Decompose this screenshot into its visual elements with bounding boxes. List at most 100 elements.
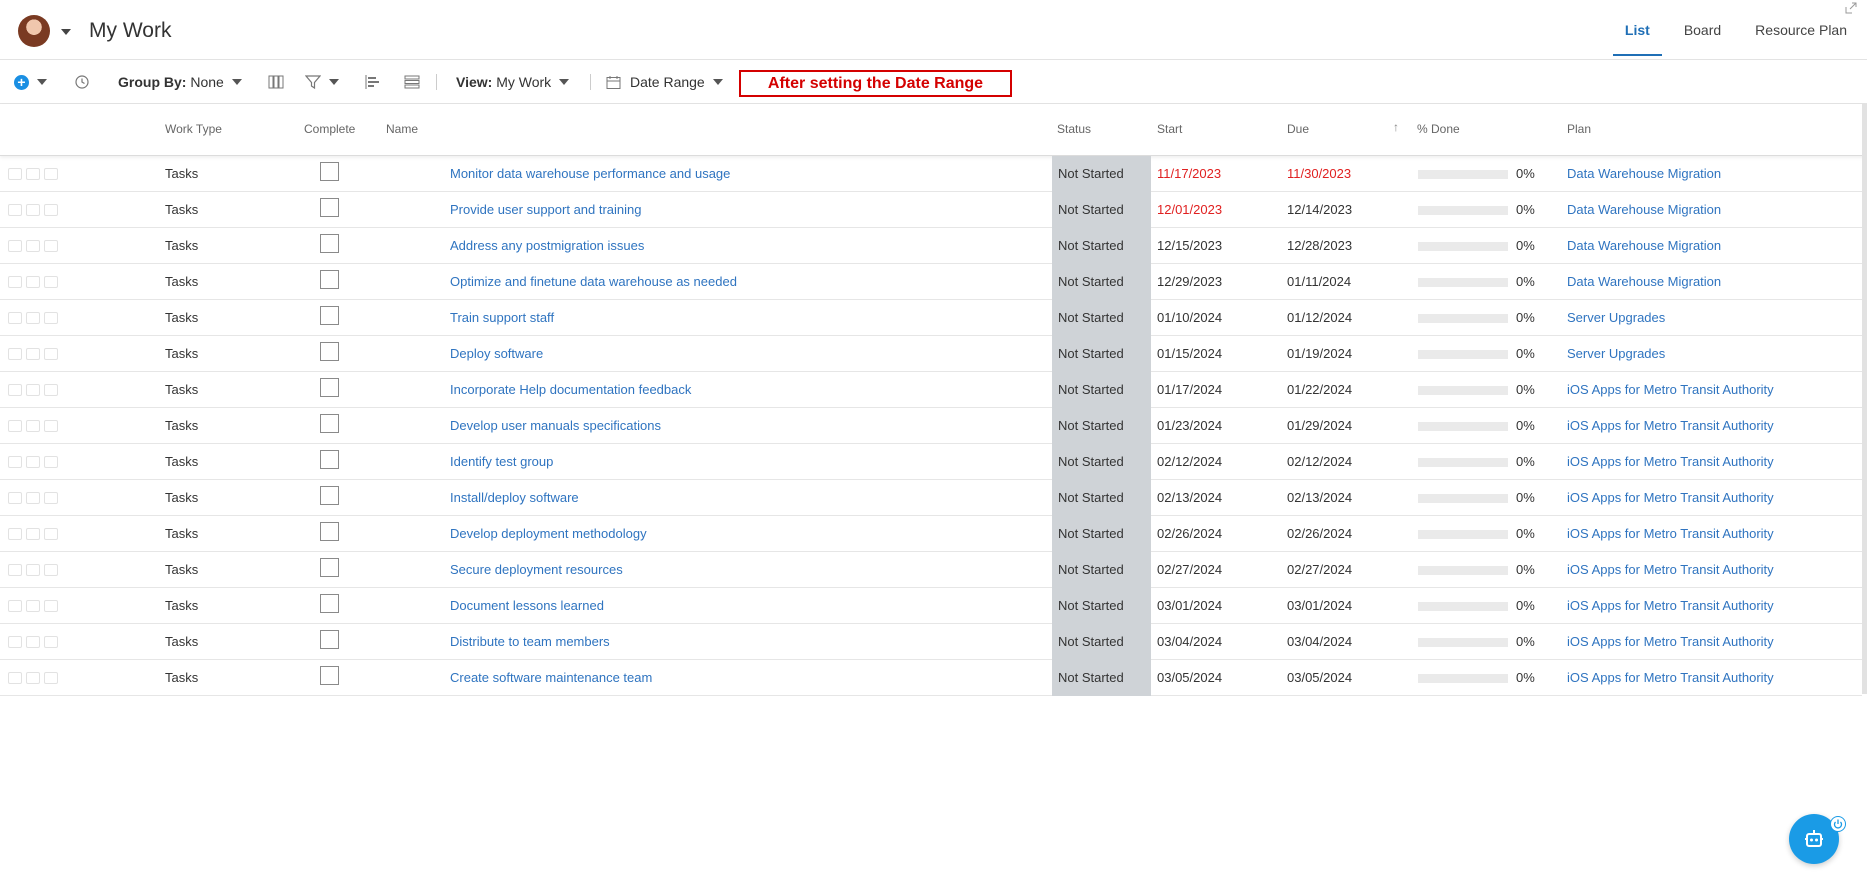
- attachment-icon[interactable]: [44, 636, 58, 648]
- attachment-icon[interactable]: [44, 564, 58, 576]
- comment-icon[interactable]: [8, 168, 22, 180]
- status-cell[interactable]: Not Started: [1052, 552, 1151, 588]
- status-cell[interactable]: Not Started: [1052, 264, 1151, 300]
- complete-checkbox[interactable]: [320, 342, 339, 361]
- plan-link[interactable]: iOS Apps for Metro Transit Authority: [1567, 624, 1774, 660]
- due-date-cell[interactable]: 12/14/2023: [1287, 192, 1352, 228]
- due-date-cell[interactable]: 01/29/2024: [1287, 408, 1352, 444]
- start-date-cell[interactable]: 12/29/2023: [1157, 264, 1222, 300]
- status-cell[interactable]: Not Started: [1052, 192, 1151, 228]
- table-row[interactable]: Tasks Deploy software Not Started 01/15/202…: [0, 336, 1862, 372]
- table-row[interactable]: Tasks Document lessons learned Not Started…: [0, 588, 1862, 624]
- chevron-down-icon[interactable]: [61, 29, 71, 35]
- attachment-icon[interactable]: [44, 348, 58, 360]
- due-date-cell[interactable]: 03/05/2024: [1287, 660, 1352, 696]
- table-row[interactable]: Tasks Incorporate Help documentation feed…: [0, 372, 1862, 408]
- task-name-link[interactable]: Distribute to team members: [450, 624, 610, 660]
- status-cell[interactable]: Not Started: [1052, 372, 1151, 408]
- task-name-link[interactable]: Address any postmigration issues: [450, 228, 644, 264]
- comment-icon[interactable]: [8, 564, 22, 576]
- notes-icon[interactable]: [26, 636, 40, 648]
- attachment-icon[interactable]: [44, 312, 58, 324]
- task-name-link[interactable]: Secure deployment resources: [450, 552, 623, 588]
- density-button[interactable]: [404, 60, 420, 104]
- notes-icon[interactable]: [26, 312, 40, 324]
- start-date-cell[interactable]: 02/12/2024: [1157, 444, 1222, 480]
- attachment-icon[interactable]: [44, 456, 58, 468]
- column-plan[interactable]: Plan: [1567, 122, 1591, 136]
- column-status[interactable]: Status: [1057, 122, 1091, 136]
- notes-icon[interactable]: [26, 168, 40, 180]
- status-cell[interactable]: Not Started: [1052, 588, 1151, 624]
- attachment-icon[interactable]: [44, 276, 58, 288]
- notes-icon[interactable]: [26, 420, 40, 432]
- start-date-cell[interactable]: 01/10/2024: [1157, 300, 1222, 336]
- start-date-cell[interactable]: 01/17/2024: [1157, 372, 1222, 408]
- complete-checkbox[interactable]: [320, 270, 339, 289]
- task-name-link[interactable]: Provide user support and training: [450, 192, 642, 228]
- task-name-link[interactable]: Create software maintenance team: [450, 660, 652, 696]
- table-row[interactable]: Tasks Optimize and finetune data warehous…: [0, 264, 1862, 300]
- task-name-link[interactable]: Document lessons learned: [450, 588, 604, 624]
- due-date-cell[interactable]: 03/04/2024: [1287, 624, 1352, 660]
- table-row[interactable]: Tasks Distribute to team members Not Start…: [0, 624, 1862, 660]
- complete-checkbox[interactable]: [320, 414, 339, 433]
- complete-checkbox[interactable]: [320, 306, 339, 325]
- comment-icon[interactable]: [8, 420, 22, 432]
- attachment-icon[interactable]: [44, 528, 58, 540]
- complete-checkbox[interactable]: [320, 594, 339, 613]
- status-cell[interactable]: Not Started: [1052, 336, 1151, 372]
- column-start[interactable]: Start: [1157, 122, 1182, 136]
- start-date-cell[interactable]: 12/15/2023: [1157, 228, 1222, 264]
- plan-link[interactable]: iOS Apps for Metro Transit Authority: [1567, 444, 1774, 480]
- tab-board[interactable]: Board: [1684, 22, 1721, 56]
- plan-link[interactable]: Data Warehouse Migration: [1567, 228, 1721, 264]
- start-date-cell[interactable]: 02/13/2024: [1157, 480, 1222, 516]
- start-date-cell[interactable]: 02/27/2024: [1157, 552, 1222, 588]
- plan-link[interactable]: iOS Apps for Metro Transit Authority: [1567, 660, 1774, 696]
- start-date-cell[interactable]: 01/23/2024: [1157, 408, 1222, 444]
- notes-icon[interactable]: [26, 276, 40, 288]
- comment-icon[interactable]: [8, 204, 22, 216]
- group-by-dropdown[interactable]: Group By: None: [118, 60, 242, 104]
- view-dropdown[interactable]: View: My Work: [456, 60, 570, 104]
- notes-icon[interactable]: [26, 600, 40, 612]
- due-date-cell[interactable]: 01/19/2024: [1287, 336, 1352, 372]
- date-range-dropdown[interactable]: Date Range: [606, 60, 723, 104]
- plan-link[interactable]: Server Upgrades: [1567, 336, 1665, 372]
- attachment-icon[interactable]: [44, 204, 58, 216]
- task-name-link[interactable]: Deploy software: [450, 336, 543, 372]
- due-date-cell[interactable]: 02/13/2024: [1287, 480, 1352, 516]
- status-cell[interactable]: Not Started: [1052, 480, 1151, 516]
- attachment-icon[interactable]: [44, 384, 58, 396]
- complete-checkbox[interactable]: [320, 522, 339, 541]
- comment-icon[interactable]: [8, 600, 22, 612]
- column-work-type[interactable]: Work Type: [165, 122, 222, 136]
- start-date-cell[interactable]: 03/01/2024: [1157, 588, 1222, 624]
- plan-link[interactable]: iOS Apps for Metro Transit Authority: [1567, 552, 1774, 588]
- start-date-cell[interactable]: 12/01/2023: [1157, 192, 1222, 228]
- status-cell[interactable]: Not Started: [1052, 228, 1151, 264]
- status-cell[interactable]: Not Started: [1052, 156, 1151, 192]
- notes-icon[interactable]: [26, 672, 40, 684]
- plan-link[interactable]: iOS Apps for Metro Transit Authority: [1567, 516, 1774, 552]
- notes-icon[interactable]: [26, 240, 40, 252]
- start-date-cell[interactable]: 11/17/2023: [1157, 156, 1221, 192]
- due-date-cell[interactable]: 02/27/2024: [1287, 552, 1352, 588]
- due-date-cell[interactable]: 03/01/2024: [1287, 588, 1352, 624]
- sort-ascending-icon[interactable]: ↑: [1393, 120, 1399, 134]
- attachment-icon[interactable]: [44, 672, 58, 684]
- column-percent-done[interactable]: % Done: [1417, 122, 1460, 136]
- notes-icon[interactable]: [26, 492, 40, 504]
- comment-icon[interactable]: [8, 384, 22, 396]
- task-name-link[interactable]: Train support staff: [450, 300, 554, 336]
- task-name-link[interactable]: Identify test group: [450, 444, 553, 480]
- plan-link[interactable]: iOS Apps for Metro Transit Authority: [1567, 408, 1774, 444]
- table-row[interactable]: Tasks Address any postmigration issues Not…: [0, 228, 1862, 264]
- table-row[interactable]: Tasks Develop deployment methodology Not S…: [0, 516, 1862, 552]
- due-date-cell[interactable]: 02/12/2024: [1287, 444, 1352, 480]
- task-name-link[interactable]: Monitor data warehouse performance and u…: [450, 156, 730, 192]
- status-cell[interactable]: Not Started: [1052, 444, 1151, 480]
- due-date-cell[interactable]: 12/28/2023: [1287, 228, 1352, 264]
- comment-icon[interactable]: [8, 672, 22, 684]
